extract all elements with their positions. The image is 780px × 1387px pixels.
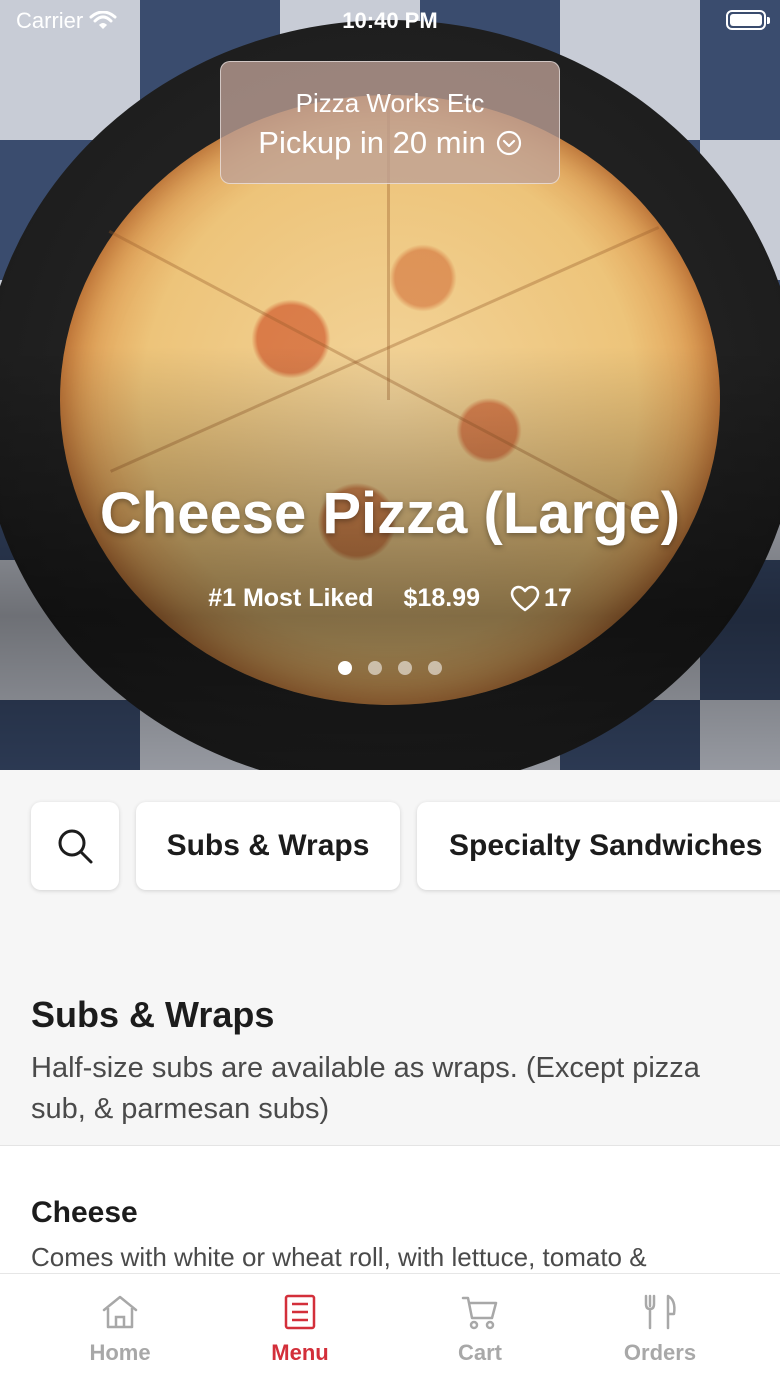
search-icon xyxy=(58,829,93,864)
pickup-label: Pickup in 20 min xyxy=(258,125,486,160)
like-button[interactable]: 17 xyxy=(510,584,572,613)
menu-item-name: Cheese xyxy=(31,1196,138,1229)
status-bar: Carrier 10:40 PM xyxy=(0,0,780,40)
tab-orders[interactable]: Orders xyxy=(570,1274,750,1387)
price-label: $18.99 xyxy=(403,584,480,612)
section-title: Subs & Wraps xyxy=(31,994,275,1035)
carousel-indicator[interactable] xyxy=(0,661,780,675)
tab-label: Menu xyxy=(271,1340,329,1365)
pickup-selector[interactable]: Pizza Works Etc Pickup in 20 min xyxy=(220,61,560,184)
carousel-dot[interactable] xyxy=(368,661,382,675)
tab-label: Home xyxy=(89,1340,151,1365)
chevron-down-circle-icon xyxy=(496,130,521,156)
tab-label: Cart xyxy=(457,1340,502,1365)
category-chip-subs-wraps[interactable]: Subs & Wraps xyxy=(136,802,400,890)
tab-cart[interactable]: Cart xyxy=(390,1274,570,1387)
search-button[interactable] xyxy=(31,802,119,890)
tab-label: Orders xyxy=(623,1340,697,1365)
tab-menu[interactable]: Menu xyxy=(210,1274,390,1387)
menu-item-card[interactable]: Cheese Comes with white or wheat roll, w… xyxy=(0,1145,780,1275)
likes-count: 17 xyxy=(543,584,572,612)
store-name: Pizza Works Etc xyxy=(295,88,485,118)
tab-home[interactable]: Home xyxy=(30,1274,210,1387)
featured-meta: #1 Most Liked $18.99 17 xyxy=(0,584,780,613)
heart-icon xyxy=(510,585,540,611)
menu-item-description: Comes with white or wheat roll, with let… xyxy=(31,1242,647,1272)
orders-icon xyxy=(644,1294,676,1330)
section-description: Half-size subs are available as wraps. (… xyxy=(31,1052,700,1125)
carousel-dot[interactable] xyxy=(398,661,412,675)
featured-title: Cheese Pizza (Large) xyxy=(99,481,681,546)
category-chip-specialty-sandwiches[interactable]: Specialty Sandwiches xyxy=(417,802,780,890)
rank-label: #1 Most Liked xyxy=(208,584,374,612)
category-bar[interactable]: Subs & Wraps Specialty Sandwiches xyxy=(31,802,780,890)
tab-bar: Home Menu Cart Orders xyxy=(0,1273,780,1387)
featured-hero[interactable]: Carrier 10:40 PM Pizza Works Etc Pickup … xyxy=(0,0,780,770)
home-icon xyxy=(102,1295,138,1329)
carousel-dot[interactable] xyxy=(338,661,352,675)
menu-icon xyxy=(284,1294,316,1330)
cart-icon xyxy=(461,1296,498,1330)
carousel-dot[interactable] xyxy=(428,661,442,675)
battery-icon xyxy=(726,10,770,30)
clock: 10:40 PM xyxy=(342,8,438,33)
